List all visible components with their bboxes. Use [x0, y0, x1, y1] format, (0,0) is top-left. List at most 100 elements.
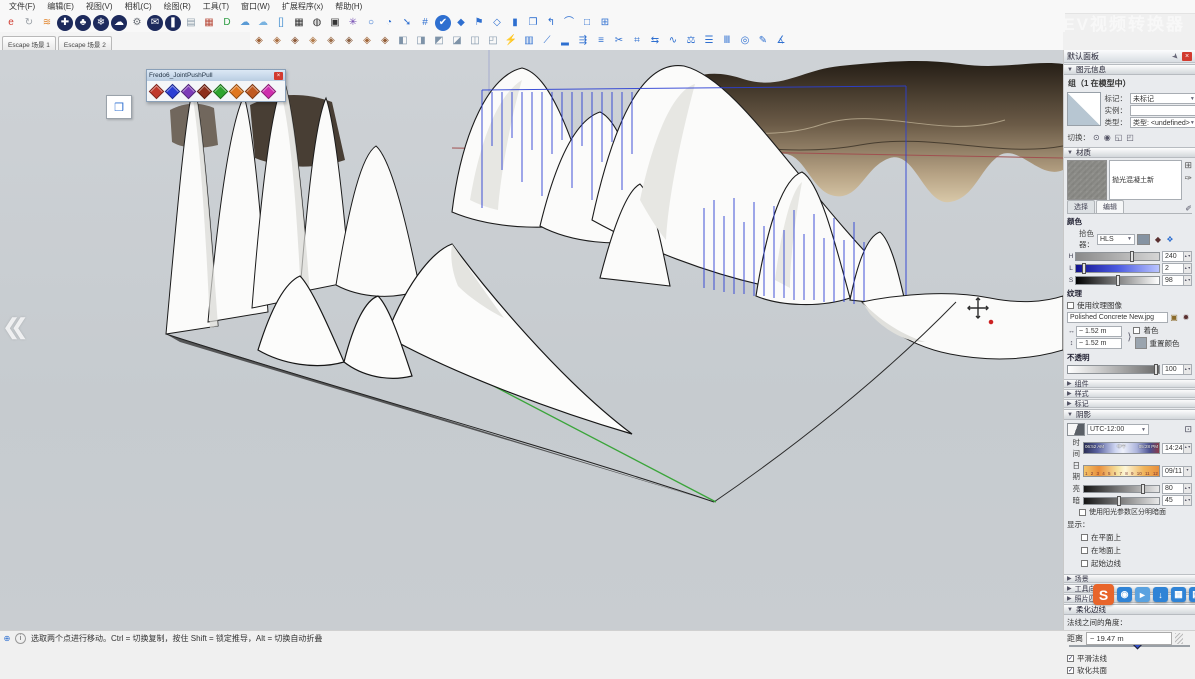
pillar-icon[interactable]: Ⅲ — [719, 33, 735, 49]
spinner[interactable]: ▲▼ — [1184, 263, 1192, 274]
display-checkbox[interactable] — [1081, 547, 1088, 554]
tag-select[interactable]: 未标记▼ — [1130, 93, 1195, 104]
spinner[interactable]: ▲▼ — [1184, 364, 1192, 375]
jpp-follow-icon[interactable] — [244, 83, 260, 99]
collapsed-section[interactable]: ▶ 场景 — [1064, 574, 1195, 583]
date-slider[interactable]: 123456789101112 — [1083, 465, 1160, 477]
collapsed-section[interactable]: ▶ 标记 — [1064, 399, 1195, 408]
opacity-input[interactable]: 100 — [1162, 364, 1184, 375]
time-input[interactable]: 14:24 — [1162, 443, 1184, 454]
frame-image-icon[interactable]: ▣ — [327, 15, 343, 31]
box-copy-icon[interactable]: ❐ — [525, 15, 541, 31]
column-icon[interactable]: ▮ — [507, 15, 523, 31]
stats-icon[interactable]: ▂ — [557, 33, 573, 49]
jpp-surface-4-icon[interactable]: ◈ — [305, 33, 321, 49]
render-d-icon[interactable]: D — [219, 15, 235, 31]
hls-value-input[interactable]: 240 — [1162, 251, 1184, 262]
layers-icon[interactable]: ≋ — [39, 15, 55, 31]
match-object-color-icon[interactable]: ◆ — [1152, 234, 1164, 245]
balance-icon[interactable]: ⚖ — [683, 33, 699, 49]
tab-edit[interactable]: 编辑 — [1096, 200, 1124, 213]
grid-panel-icon[interactable]: ▥ — [521, 33, 537, 49]
plugin-logo-icon[interactable]: e — [3, 15, 19, 31]
type-select[interactable]: 类型: <undefined>▼ — [1130, 117, 1195, 128]
spinner[interactable]: ▲▼ — [1184, 251, 1192, 262]
resize-grip[interactable] — [1175, 633, 1183, 644]
jpp-round-icon[interactable] — [212, 83, 228, 99]
dark-slider[interactable] — [1083, 497, 1160, 505]
pin-icon[interactable]: ➤ — [1170, 50, 1181, 61]
geolocation-icon[interactable]: ⊕ — [1, 633, 13, 644]
scissors-icon[interactable]: ✂ — [611, 33, 627, 49]
menu-item[interactable]: 相机(C) — [119, 1, 158, 12]
shadows-header[interactable]: ▼ 阴影 — [1064, 409, 1195, 420]
mesh-tool-6-icon[interactable]: ◰ — [485, 33, 501, 49]
menu-item[interactable]: 编辑(E) — [41, 1, 80, 12]
paint-default-icon[interactable]: ✑ — [1184, 173, 1192, 184]
material-thumbnail[interactable] — [1067, 160, 1107, 200]
materials-header[interactable]: ▼ 材质 — [1064, 147, 1195, 158]
scene-tab[interactable]: Escape 场景 1 — [2, 36, 56, 50]
mesh-tool-4-icon[interactable]: ◪ — [449, 33, 465, 49]
clock-icon[interactable]: ◔ — [381, 15, 397, 31]
hide-toggle-icon[interactable]: ⊙ — [1093, 133, 1100, 142]
shadow-settings-icon[interactable]: ⊡ — [1184, 424, 1192, 435]
jpp-surface-6-icon[interactable]: ◈ — [341, 33, 357, 49]
export-icon[interactable]: ▤ — [183, 15, 199, 31]
spinner[interactable]: ▲▼ — [1184, 483, 1192, 494]
flows-icon[interactable]: ⇶ — [575, 33, 591, 49]
link-dimensions-icon[interactable]: ⟩ — [1128, 332, 1132, 343]
calendar-dropdown[interactable]: ▼ — [1184, 466, 1192, 477]
hls-slider[interactable] — [1075, 252, 1160, 261]
jpp-normal-icon[interactable] — [180, 83, 196, 99]
collapsed-section[interactable]: ▶ 样式 — [1064, 389, 1195, 398]
lattice-icon[interactable]: # — [417, 15, 433, 31]
use-texture-checkbox[interactable] — [1067, 302, 1074, 309]
refresh-icon[interactable]: ↻ — [21, 15, 37, 31]
undo-arrow-icon[interactable]: ↰ — [543, 15, 559, 31]
jpp-surface-1-icon[interactable]: ◈ — [251, 33, 267, 49]
flag-icon[interactable]: ⚑ — [471, 15, 487, 31]
jpp-surface-8-icon[interactable]: ◈ — [377, 33, 393, 49]
fredo-jointpushpull-toolbar[interactable]: Fredo6_JointPushPull × — [146, 69, 286, 102]
create-material-icon[interactable]: ⊞ — [1184, 160, 1192, 171]
hls-value-input[interactable]: 98 — [1162, 275, 1184, 286]
cloud-down-icon[interactable]: ☁ — [255, 15, 271, 31]
hatch-icon[interactable]: ⌗ — [629, 33, 645, 49]
collapsed-section[interactable]: ▶ 组件 — [1064, 379, 1195, 388]
instance-input[interactable] — [1130, 105, 1195, 116]
swap-icon[interactable]: ⇆ — [647, 33, 663, 49]
select-bounds-icon[interactable]: [] — [273, 15, 289, 31]
hls-slider[interactable] — [1075, 276, 1160, 285]
viewport-canvas[interactable] — [0, 50, 1063, 630]
angle-slider[interactable] — [1069, 645, 1190, 647]
menu-item[interactable]: 文件(F) — [3, 1, 41, 12]
texture-height-input[interactable]: ~ 1.52 m — [1076, 338, 1122, 349]
gear-icon[interactable]: ⚙ — [129, 15, 145, 31]
spinner[interactable]: ▲▼ — [1184, 495, 1192, 506]
date-input[interactable]: 09/11 — [1162, 466, 1184, 477]
receive-shadows-toggle-icon[interactable]: ◰ — [1126, 133, 1134, 142]
wave-icon[interactable]: ∿ — [665, 33, 681, 49]
pause-icon[interactable]: ❚ — [165, 15, 181, 31]
jpp-vector-icon[interactable] — [164, 83, 180, 99]
utc-select[interactable]: UTC-12:00▼ — [1087, 424, 1149, 435]
mail-icon[interactable]: ✉ — [147, 15, 163, 31]
display-checkbox[interactable] — [1081, 560, 1088, 567]
kt-tree-icon[interactable]: ♣ — [75, 15, 91, 31]
jpp-thickness-icon[interactable] — [196, 83, 212, 99]
soften-edges-header[interactable]: ▼ 柔化边线 — [1064, 604, 1195, 615]
close-icon[interactable]: × — [274, 72, 283, 80]
jpp-magic-icon[interactable] — [260, 83, 276, 99]
mesh-tool-1-icon[interactable]: ◧ — [395, 33, 411, 49]
spinner[interactable]: ▲▼ — [1184, 443, 1192, 454]
jpp-joint-icon[interactable] — [148, 83, 164, 99]
recorder-download-icon[interactable]: ↓ — [1153, 587, 1168, 602]
material-name-input[interactable]: 抛光混凝土新 — [1109, 160, 1182, 200]
entity-info-header[interactable]: ▼ 图元信息 — [1064, 64, 1195, 75]
kite-icon[interactable]: ◆ — [453, 15, 469, 31]
lock-toggle-icon[interactable]: ◉ — [1104, 133, 1111, 142]
jpp-surface-5-icon[interactable]: ◈ — [323, 33, 339, 49]
equalize-icon[interactable]: ≡ — [593, 33, 609, 49]
jpp-surface-7-icon[interactable]: ◈ — [359, 33, 375, 49]
